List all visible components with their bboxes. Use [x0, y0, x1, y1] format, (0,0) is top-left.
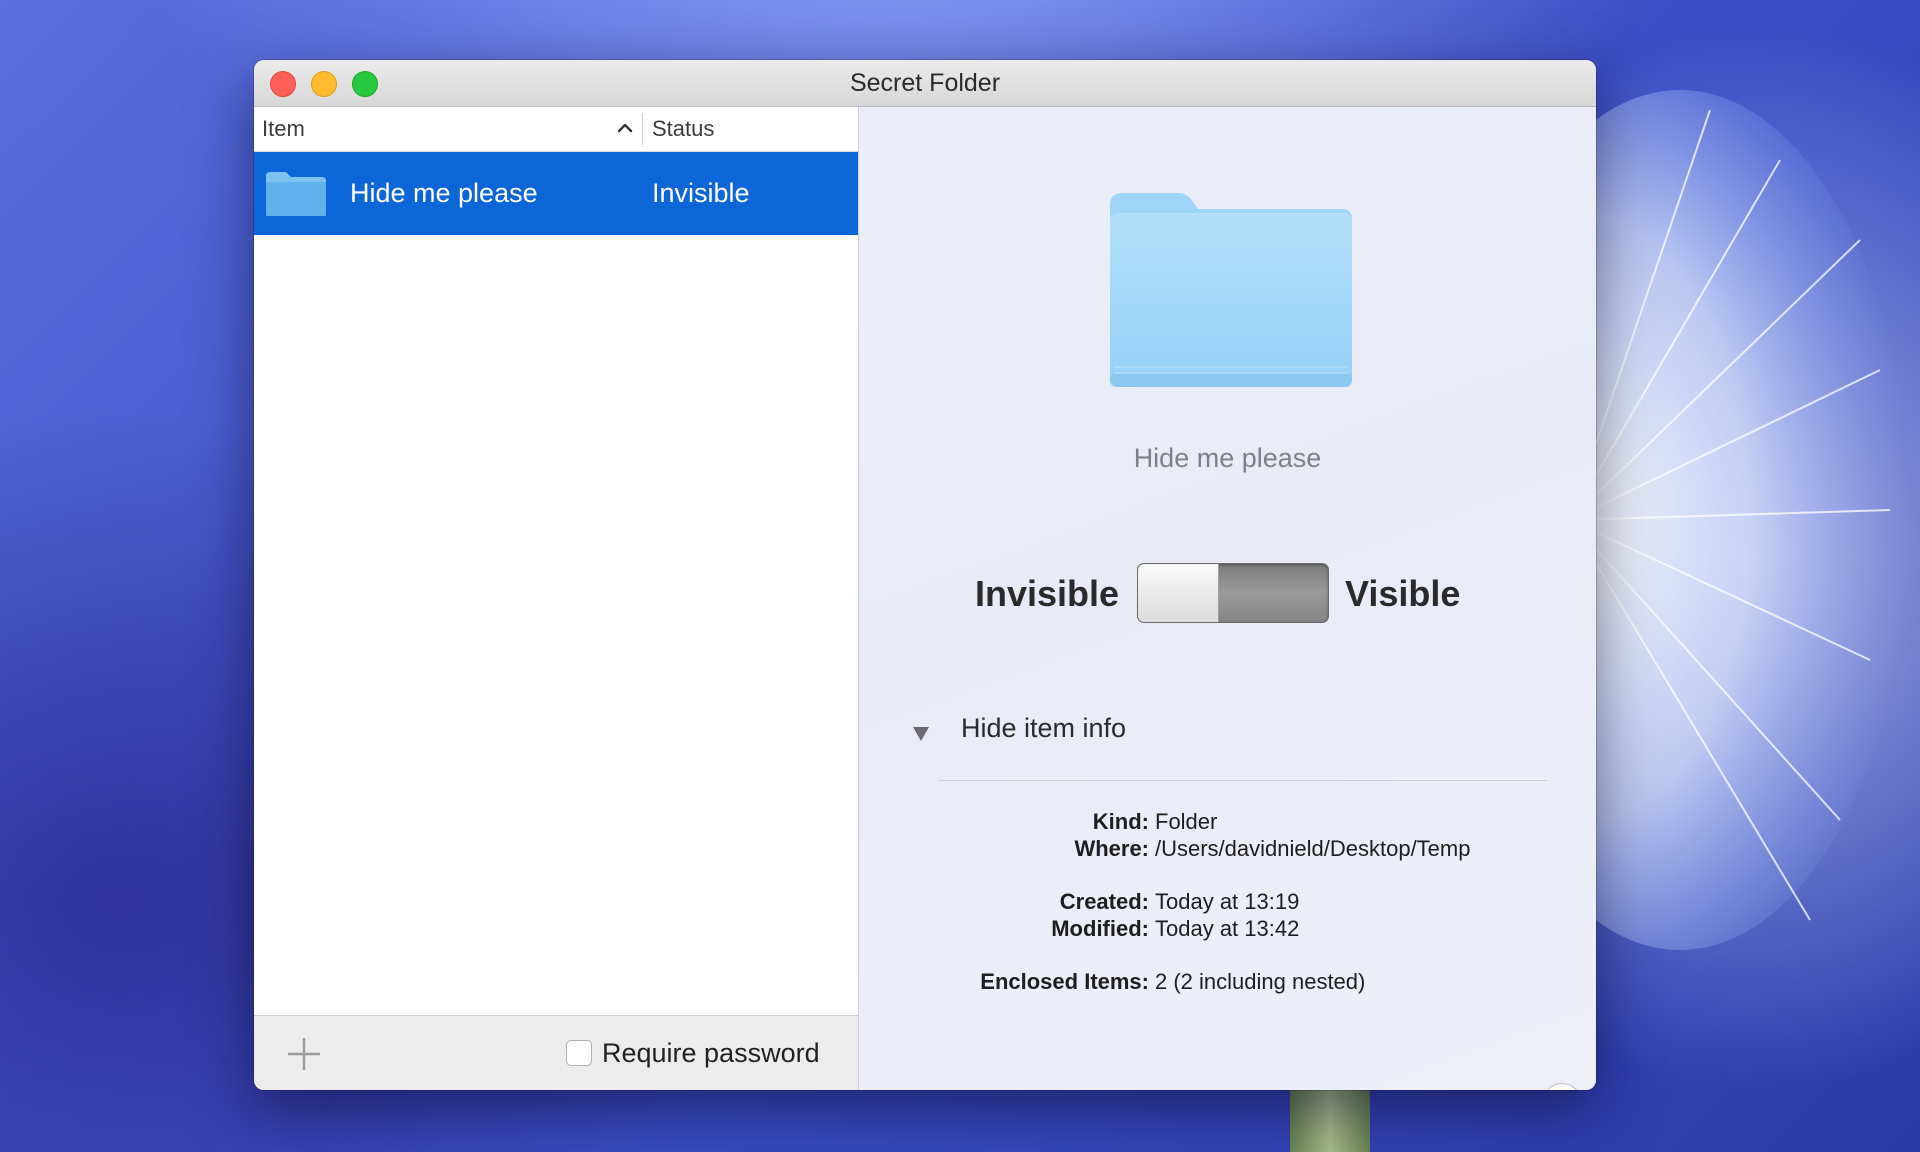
- info-created-value: Today at 13:19: [1155, 889, 1300, 914]
- info-kind-value: Folder: [1155, 809, 1218, 834]
- triangle-down-icon[interactable]: [911, 725, 931, 743]
- title-bar[interactable]: Secret Folder: [254, 60, 1596, 107]
- list-item[interactable]: Hide me please Invisible: [254, 152, 858, 235]
- info-where-label: Where:: [1074, 836, 1149, 861]
- detail-pane: Hide me please Invisible Visible Hide it…: [859, 107, 1596, 1090]
- info-where-value: /Users/davidnield/Desktop/Temp: [1155, 836, 1471, 861]
- list-footer: Require password: [254, 1015, 858, 1090]
- list-item-status: Invisible: [652, 178, 750, 208]
- dandelion-background: [1560, 90, 1910, 950]
- folder-icon: [266, 172, 326, 216]
- require-password-label[interactable]: Require password: [602, 1016, 820, 1090]
- info-modified-label: Modified:: [1051, 916, 1149, 941]
- window-title: Secret Folder: [849, 69, 1001, 97]
- visibility-toggle-knob[interactable]: [1138, 564, 1219, 622]
- info-kind-label: Kind:: [1092, 809, 1149, 834]
- info-divider: [939, 780, 1547, 781]
- info-enclosed-value: 2 (2 including nested): [1155, 969, 1366, 994]
- chevron-up-icon[interactable]: [612, 115, 638, 141]
- hide-item-info-toggle[interactable]: Hide item info: [961, 713, 1126, 744]
- visibility-toggle[interactable]: [1137, 563, 1329, 623]
- list-item-name: Hide me please: [350, 178, 538, 208]
- plus-icon[interactable]: [284, 1034, 324, 1074]
- column-header-status[interactable]: Status: [652, 107, 714, 151]
- info-created-label: Created:: [1059, 889, 1149, 914]
- folder-icon: [1110, 193, 1352, 387]
- require-password-checkbox[interactable]: [566, 1040, 592, 1066]
- info-modified-value: Today at 13:42: [1155, 916, 1300, 941]
- column-divider[interactable]: [642, 113, 643, 145]
- toggle-label-invisible[interactable]: Invisible: [975, 573, 1119, 615]
- info-enclosed-label: Enclosed Items:: [980, 969, 1149, 994]
- toggle-label-visible[interactable]: Visible: [1345, 573, 1460, 615]
- item-list-pane: Item Status Hide me please Invisible Req…: [254, 107, 859, 1090]
- list-header: Item Status: [254, 107, 858, 152]
- column-header-item[interactable]: Item: [262, 107, 305, 151]
- help-icon[interactable]: ?: [1542, 1083, 1582, 1090]
- app-window: Secret Folder Item Status Hide me please…: [254, 60, 1596, 1090]
- detail-item-name: Hide me please: [1133, 443, 1322, 473]
